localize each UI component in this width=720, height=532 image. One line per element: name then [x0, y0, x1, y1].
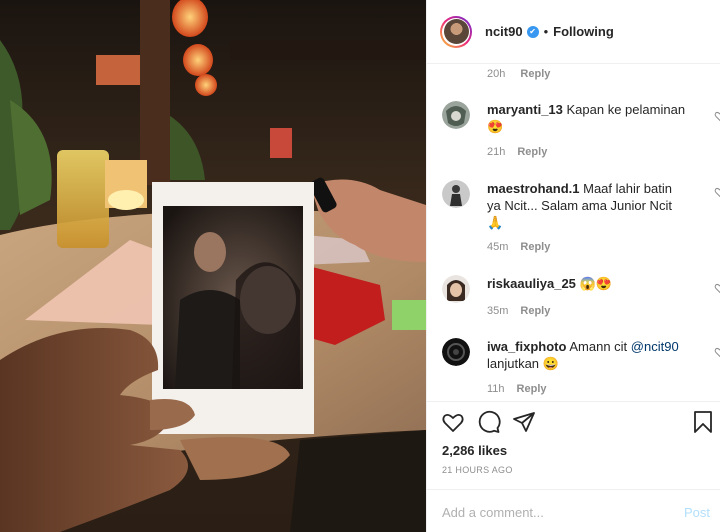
reply-button[interactable]: Reply	[517, 383, 547, 395]
header-separator: •	[543, 24, 549, 39]
add-comment-input[interactable]: Add a comment...	[442, 505, 544, 520]
reply-button[interactable]: Reply	[520, 241, 550, 253]
following-button[interactable]: Following	[553, 24, 614, 39]
comments-list[interactable]: 20h Reply maryanti_13 Kapan ke pelaminan…	[427, 64, 720, 401]
post-timestamp: 21 HOURS AGO	[442, 465, 513, 475]
comment-time: 11h	[487, 383, 505, 395]
bookmark-icon[interactable]	[691, 410, 715, 434]
post-side-panel: ncit90 ✔ • Following 20h Reply maryanti_…	[426, 0, 720, 532]
comment-time: 45m	[487, 241, 509, 253]
commenter-username[interactable]: riskaauliya_25	[487, 276, 576, 291]
commenter-username[interactable]: iwa_fixphoto	[487, 339, 566, 354]
add-comment-bar: Add a comment... Post	[427, 489, 720, 532]
commenter-avatar[interactable]	[442, 338, 470, 366]
comment-text: maestrohand.1 Maaf lahir batin ya Ncit..…	[487, 180, 687, 231]
comment-text: iwa_fixphoto Amann cit @ncit90 lanjutkan…	[487, 338, 687, 372]
post-comment-button[interactable]: Post	[684, 505, 710, 520]
instagram-post: ncit90 ✔ • Following 20h Reply maryanti_…	[0, 0, 720, 532]
heart-icon[interactable]	[441, 410, 465, 434]
post-photo-illustration	[0, 0, 426, 532]
likes-count[interactable]: 2,286 likes	[442, 443, 507, 458]
reply-button[interactable]: Reply	[517, 146, 547, 158]
comment-meta: 35m Reply	[487, 305, 550, 317]
comment-content: 😱😍	[579, 276, 612, 291]
reply-button[interactable]: Reply	[520, 68, 550, 80]
comment-content: lanjutkan 😀	[487, 356, 559, 371]
post-header: ncit90 ✔ • Following	[427, 0, 720, 64]
comment-time: 35m	[487, 305, 509, 317]
comment-meta: 21h Reply	[487, 146, 547, 158]
share-icon[interactable]	[512, 410, 536, 434]
comment-mention-link[interactable]: @ncit90	[631, 339, 679, 354]
partial-comment-meta: 20h Reply	[487, 68, 550, 80]
commenter-username[interactable]: maryanti_13	[487, 102, 563, 117]
post-actions-bar	[427, 401, 720, 441]
comment-meta: 11h Reply	[487, 383, 547, 395]
comment-text: maryanti_13 Kapan ke pelaminan😍	[487, 101, 687, 135]
commenter-avatar[interactable]	[442, 275, 470, 303]
author-avatar[interactable]	[440, 15, 472, 48]
verified-badge-icon: ✔	[526, 25, 539, 38]
like-comment-heart-icon[interactable]	[714, 186, 720, 198]
post-photo[interactable]	[0, 0, 426, 532]
commenter-avatar[interactable]	[442, 101, 470, 129]
comment-meta: 45m Reply	[487, 241, 550, 253]
comment-icon[interactable]	[477, 410, 501, 434]
partial-comment-avatar	[444, 64, 472, 70]
author-avatar-image	[443, 19, 469, 44]
like-comment-heart-icon[interactable]	[714, 110, 720, 122]
commenter-avatar[interactable]	[442, 180, 470, 208]
author-username[interactable]: ncit90	[485, 24, 523, 39]
comment-content: Amann cit	[569, 339, 628, 354]
like-comment-heart-icon[interactable]	[714, 282, 720, 294]
reply-button[interactable]: Reply	[520, 305, 550, 317]
comment-text: riskaauliya_25 😱😍	[487, 275, 687, 292]
like-comment-heart-icon[interactable]	[714, 346, 720, 358]
comment-time: 20h	[487, 68, 506, 80]
commenter-username[interactable]: maestrohand.1	[487, 181, 579, 196]
comment-time: 21h	[487, 146, 506, 158]
